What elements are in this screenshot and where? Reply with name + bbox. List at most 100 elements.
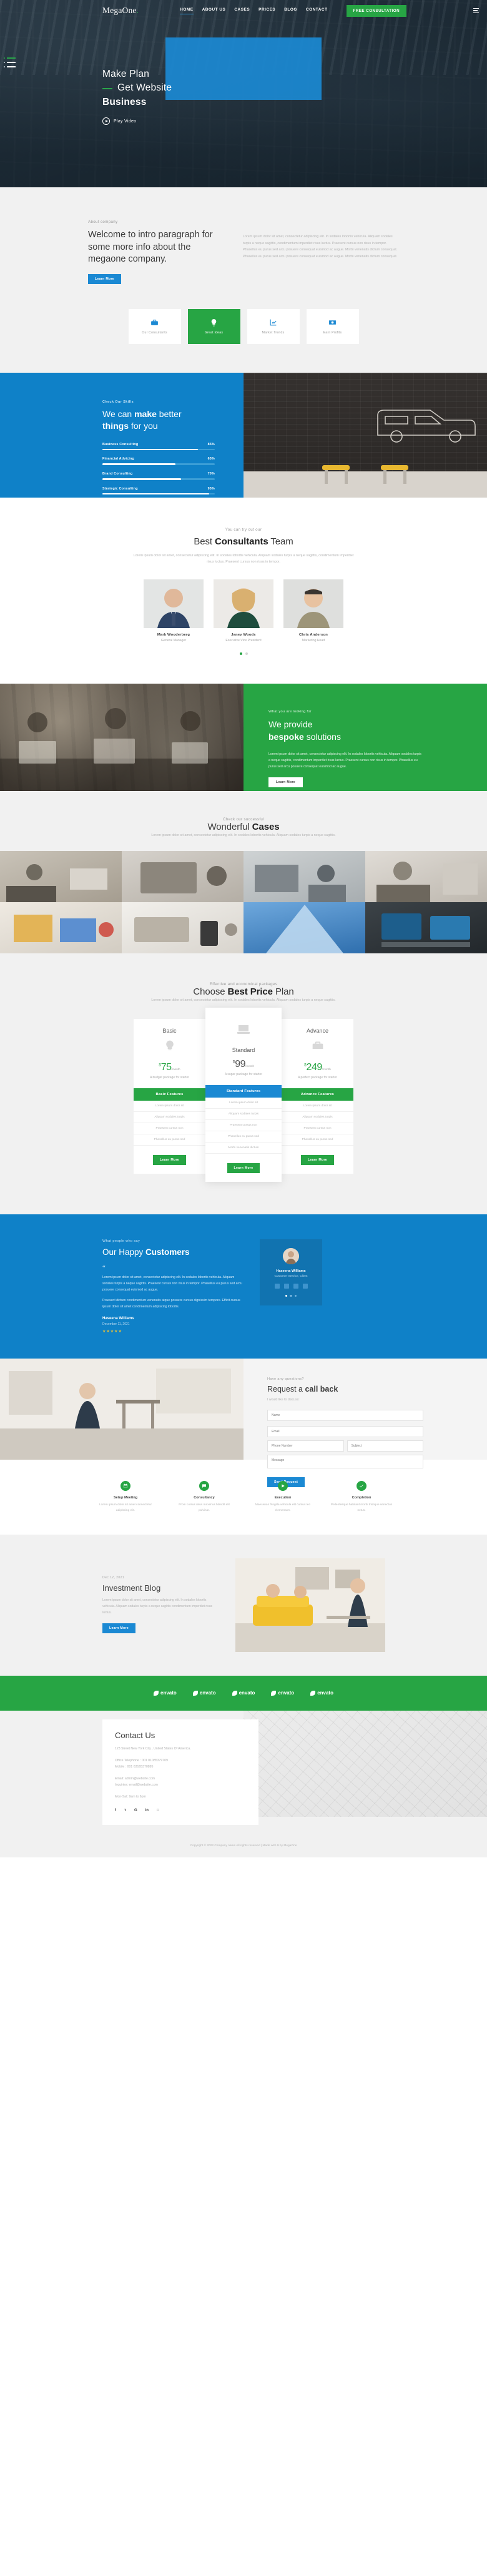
service-card-our-consultants[interactable]: Our Consultants	[128, 308, 181, 344]
skill-bar-brand-consulting: Brand Consulting 70%	[102, 472, 215, 480]
lounge-illustration	[235, 1558, 385, 1652]
google-icon[interactable]: G	[134, 1809, 137, 1812]
about-paragraph: Lorem ipsum dolor sit amet, consectetur …	[243, 235, 398, 258]
skills-section: Check Our Skills We can make better thin…	[0, 372, 487, 498]
phone-input[interactable]	[267, 1440, 344, 1452]
slider-pagination[interactable]	[4, 57, 16, 71]
plan-feature: Lorem ipsum dolor sit	[205, 1098, 282, 1109]
cases-title: Wonderful Cases	[0, 822, 487, 832]
about-title: Welcome to intro paragraph for some more…	[88, 230, 213, 265]
service-card-great-ideas[interactable]: Great Ideas	[187, 308, 240, 344]
contact-address: 123 Street New York City , United States…	[115, 1746, 191, 1751]
team-member-card[interactable]: Chris Anderson Marketing Head	[283, 579, 343, 642]
skill-label: Business Consulting	[102, 442, 139, 446]
facebook-icon[interactable]: f	[115, 1809, 116, 1812]
free-consultation-button[interactable]: FREE CONSULTATION	[346, 4, 407, 17]
plan-feature: Aliquam sodales turpis	[205, 1109, 282, 1120]
main-nav: HOME ABOUT US CASES PRICES BLOG CONTACT …	[180, 4, 407, 17]
linkedin-icon[interactable]: in	[145, 1809, 149, 1812]
email-input[interactable]	[267, 1425, 423, 1437]
bespoke-learn-more-button[interactable]: Learn More	[268, 777, 303, 787]
case-thumbnail[interactable]	[244, 902, 365, 954]
name-input[interactable]	[267, 1409, 423, 1421]
pricing-eyebrow: Effective and economical packages	[209, 982, 278, 987]
case-thumbnail[interactable]	[365, 851, 487, 903]
card-author-name: Haseena Williams	[276, 1269, 306, 1273]
skill-track	[102, 478, 215, 480]
testimonial-dot-1[interactable]	[285, 1294, 288, 1297]
slider-dot-2[interactable]	[4, 62, 16, 63]
bespoke-title: We provide bespoke solutions	[268, 719, 487, 744]
carousel-dot-1[interactable]	[239, 652, 242, 655]
skill-track	[102, 493, 215, 495]
slider-dot-1[interactable]	[4, 57, 16, 59]
card-author-role: Customer Service, Client	[274, 1274, 308, 1278]
nav-item-about-us[interactable]: ABOUT US	[202, 7, 226, 14]
service-card-earn-profits[interactable]: Earn Profits	[306, 308, 359, 344]
office-people-illustration	[0, 707, 244, 791]
site-logo[interactable]: MegaOne.	[102, 6, 139, 16]
facebook-icon[interactable]	[274, 1283, 280, 1289]
plan-learn-more-button[interactable]: Learn More	[153, 1154, 186, 1165]
nav-item-blog[interactable]: BLOG	[284, 7, 297, 14]
testimonial-text-2: Praesent dictum condimentum venenatis at…	[102, 1299, 240, 1309]
feature-consultancy: Consultancy Proin cursus risus maximus b…	[173, 1480, 235, 1513]
instagram-icon[interactable]: □	[157, 1809, 159, 1812]
hamburger-menu-icon[interactable]	[473, 7, 479, 14]
google-icon[interactable]	[293, 1283, 298, 1289]
cases-grid	[0, 851, 487, 954]
skill-label: Financial Advicing	[102, 457, 135, 461]
carousel-dot-2[interactable]	[245, 652, 248, 655]
testimonial-dot-3[interactable]	[294, 1294, 297, 1297]
plan-learn-more-button[interactable]: Learn More	[227, 1163, 260, 1173]
rating-stars: ★★★★★	[102, 1329, 122, 1334]
twitter-icon[interactable]: ᴛ	[124, 1809, 126, 1812]
case-thumbnail[interactable]	[122, 851, 244, 903]
blog-learn-more-button[interactable]: Learn More	[102, 1623, 135, 1633]
case-thumbnail[interactable]	[244, 851, 365, 903]
nav-item-home[interactable]: HOME	[180, 7, 194, 14]
play-video-button[interactable]: Play Video	[102, 117, 172, 125]
team-member-card[interactable]: Mark Wooderberg General Manager	[144, 579, 204, 642]
testimonial-dot-2[interactable]	[290, 1294, 292, 1297]
nav-item-contact[interactable]: CONTACT	[306, 7, 328, 14]
hero-line-1: Make Plan	[102, 69, 150, 79]
envato-leaf-icon	[310, 1690, 316, 1696]
cases-title-pre: Wonderful	[207, 821, 252, 832]
partner-name: envato	[239, 1690, 255, 1696]
cases-description: Lorem ipsum dolor sit amet, consectetur …	[151, 833, 336, 837]
nav-item-prices[interactable]: PRICES	[258, 7, 275, 14]
twitter-icon[interactable]	[283, 1283, 289, 1289]
about-right-column: Lorem ipsum dolor sit amet, consectetur …	[243, 220, 399, 284]
about-section: About company Welcome to intro paragraph…	[0, 187, 487, 373]
feature-desc: Pellentesque habitant morbi tristique se…	[330, 1503, 393, 1512]
case-thumbnail[interactable]	[0, 851, 122, 903]
lightbulb-icon	[211, 318, 217, 327]
testimonial-title-pre: Our Happy	[102, 1247, 146, 1257]
slider-dot-3[interactable]	[4, 66, 16, 67]
callback-title-pre: Request a	[267, 1384, 305, 1394]
laptop-icon	[237, 1025, 250, 1034]
pricing-plans: Basic $75/month A budget package for sta…	[0, 1007, 487, 1182]
plan-learn-more-button[interactable]: Learn More	[301, 1154, 334, 1165]
linkedin-icon[interactable]	[302, 1283, 308, 1289]
pricing-title: Choose Best Price Plan	[0, 986, 487, 997]
skills-image	[244, 372, 487, 498]
subject-input[interactable]	[347, 1440, 423, 1452]
hero-heading: Make Plan Get Website Business	[102, 67, 172, 109]
map-image[interactable]	[244, 1710, 487, 1817]
team-title-pre: Best	[194, 536, 215, 547]
avatar	[283, 1247, 299, 1264]
case-thumbnail[interactable]	[0, 902, 122, 954]
member-name: Janey Woods	[231, 632, 256, 637]
partner-logo: envato	[192, 1690, 216, 1696]
team-member-card[interactable]: Janey Woods Executive Vice President	[214, 579, 273, 642]
nav-item-cases[interactable]: CASES	[234, 7, 250, 14]
service-card-market-trends[interactable]: Market Trends	[247, 308, 300, 344]
plan-amount: 75	[160, 1061, 172, 1073]
case-thumbnail[interactable]	[365, 902, 487, 954]
case-thumbnail[interactable]	[122, 902, 244, 954]
briefcase-icon	[312, 1041, 323, 1049]
about-learn-more-button[interactable]: Learn More	[88, 273, 121, 284]
message-textarea[interactable]	[267, 1454, 423, 1468]
